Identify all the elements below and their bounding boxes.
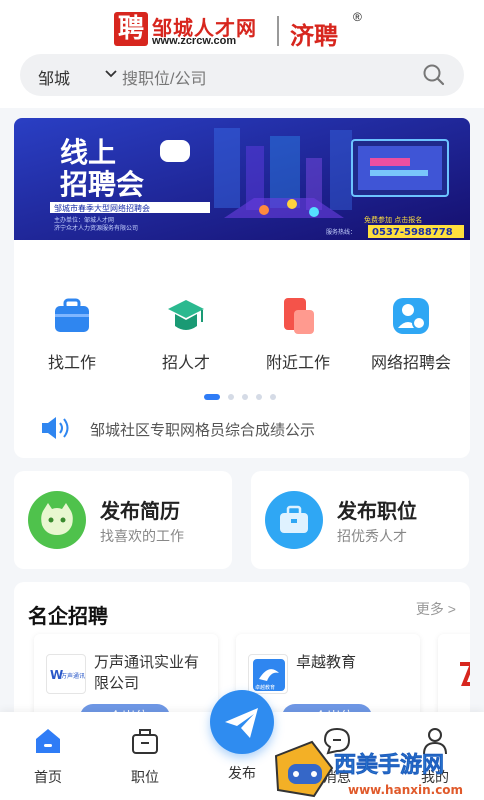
- banner-cta: 免费参加 点击报名: [364, 215, 422, 224]
- logo-divider: [277, 16, 279, 46]
- tab-label: 职位: [131, 769, 159, 785]
- banner-phone-label: 服务热线：: [326, 228, 356, 236]
- logo-url: www.zcrcw.com: [152, 35, 237, 47]
- company-logo: W 万声通讯: [46, 654, 86, 694]
- company-logo: 卓越教育: [248, 654, 288, 694]
- post-job-title: 发布职位: [337, 501, 417, 523]
- logo-mark: 聘: [114, 12, 148, 46]
- banner-graphic: 线上 招聘会 邹城市春季大型网络招聘会 主办单位：邹城人才网 济宁众才人力资源服…: [14, 118, 470, 240]
- post-resume-subtitle: 找喜欢的工作: [100, 528, 184, 544]
- job-bag-icon: [265, 491, 323, 549]
- search-input[interactable]: 搜职位/公司: [122, 65, 206, 89]
- quick-label: 找工作: [47, 355, 96, 372]
- logo[interactable]: 聘 邹城人才网 www.zcrcw.com 济聘 ®: [0, 10, 484, 50]
- main-card: 线上 招聘会 邹城市春季大型网络招聘会 主办单位：邹城人才网 济宁众才人力资源服…: [14, 118, 470, 458]
- publish-button[interactable]: [210, 690, 274, 754]
- carousel-dot[interactable]: [256, 394, 262, 400]
- carousel-dot[interactable]: [228, 394, 234, 400]
- post-resume-card[interactable]: 发布简历 找喜欢的工作: [14, 471, 232, 569]
- paper-plane-icon: [225, 708, 258, 738]
- post-job-subtitle: 招优秀人才: [337, 528, 407, 544]
- logo-brand: 济聘: [290, 23, 338, 50]
- location-card-icon: [284, 298, 314, 334]
- banner-subtitle: 邹城市春季大型网络招聘会: [54, 203, 150, 213]
- resume-face-icon: [28, 491, 86, 549]
- watermark: 西美手游网 www.hanxin.com: [274, 740, 463, 798]
- quick-online-fair[interactable]: 网络招聘会: [366, 296, 456, 373]
- online-fair-icon: [393, 298, 429, 334]
- quick-label: 附近工作: [265, 355, 330, 372]
- company-card[interactable]: [438, 634, 470, 722]
- carousel-dot[interactable]: [204, 394, 220, 400]
- banner-phone: 0537-5988778: [372, 227, 453, 238]
- home-icon: [36, 729, 60, 753]
- notice-text[interactable]: 邹城社区专职网格员综合成绩公示: [90, 419, 315, 440]
- quick-nearby-jobs[interactable]: 附近工作: [253, 296, 343, 373]
- more-link[interactable]: 更多 >: [416, 599, 456, 619]
- publish-label: 发布: [228, 765, 256, 781]
- speaker-icon: [42, 417, 69, 439]
- banner-title-1: 线上: [60, 136, 116, 169]
- company-logo-text: 万声通讯: [61, 672, 85, 680]
- post-job-card[interactable]: 发布职位 招优秀人才: [251, 471, 469, 569]
- watermark-text: 西美手游网: [334, 752, 444, 778]
- tab-jobs[interactable]: 职位: [110, 726, 180, 787]
- quick-find-job[interactable]: 找工作: [27, 296, 117, 373]
- tab-label: 首页: [34, 769, 62, 785]
- watermark-url: www.hanxin.com: [348, 783, 463, 797]
- banner[interactable]: 线上 招聘会 邹城市春季大型网络招聘会 主办单位：邹城人才网 济宁众才人力资源服…: [14, 118, 470, 240]
- banner-title-2: 招聘会: [60, 168, 144, 201]
- quick-hire-talent[interactable]: 招人才: [141, 296, 231, 373]
- graduation-cap-icon: [168, 300, 204, 330]
- logo-reg: ®: [353, 10, 362, 24]
- quick-label: 招人才: [161, 355, 210, 372]
- carousel-dot[interactable]: [242, 394, 248, 400]
- post-resume-title: 发布简历: [100, 501, 180, 523]
- banner-organizer-2: 济宁众才人力资源服务有限公司: [54, 224, 138, 232]
- section-title: 名企招聘: [28, 606, 108, 628]
- search-bar: 邹城 搜职位/公司: [20, 54, 464, 96]
- company-logo: [450, 654, 470, 694]
- job-icon: [132, 729, 158, 754]
- tab-home[interactable]: 首页: [13, 726, 83, 787]
- quick-label: 网络招聘会: [370, 355, 451, 372]
- chevron-down-icon[interactable]: [104, 67, 118, 81]
- carousel-dot[interactable]: [270, 394, 276, 400]
- company-name: 万声通讯实业有限公司: [94, 654, 200, 692]
- banner-organizer-1: 主办单位：邹城人才网: [54, 216, 114, 224]
- search-icon[interactable]: [422, 63, 446, 87]
- header: 聘 邹城人才网 www.zcrcw.com 济聘 ® 邹城 搜职位/公司: [0, 0, 484, 108]
- city-selector[interactable]: 邹城: [38, 65, 70, 89]
- briefcase-icon: [55, 298, 89, 332]
- company-card[interactable]: W万声通讯 万声通讯实业有限公司 7个岗位: [34, 634, 218, 722]
- company-name: 卓越教育: [296, 654, 357, 671]
